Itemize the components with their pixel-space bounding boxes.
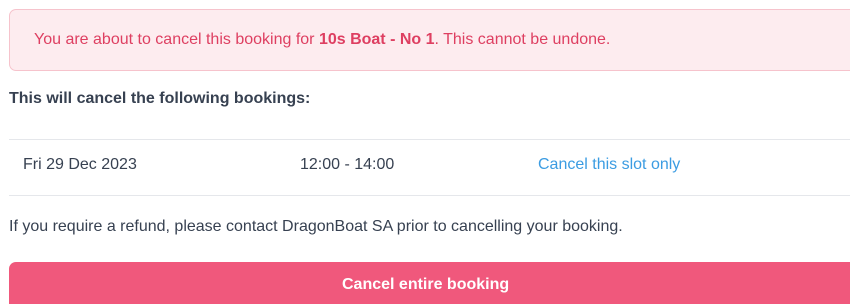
booking-name: 10s Boat - No 1 (318, 31, 435, 48)
table-bottom-divider (9, 195, 850, 196)
cancel-button-label: Cancel entire booking (342, 276, 510, 293)
booking-time: 12:00 - 14:00 (300, 156, 395, 173)
cancel-entire-booking-button[interactable]: Cancel entire booking (9, 262, 850, 304)
booking-date: Fri 29 Dec 2023 (23, 156, 137, 173)
refund-note: If you require a refund, please contact … (9, 218, 623, 235)
bookings-heading: This will cancel the following bookings: (9, 90, 311, 107)
alert-prefix: You are about to cancel this booking for (34, 31, 319, 48)
table-top-divider (9, 139, 850, 140)
warning-alert: You are about to cancel this booking for… (9, 9, 850, 71)
cancel-slot-link[interactable]: Cancel this slot only (538, 156, 680, 174)
cancel-booking-page: You are about to cancel this booking for… (0, 0, 850, 304)
alert-suffix: . This cannot be undone. (434, 31, 611, 48)
